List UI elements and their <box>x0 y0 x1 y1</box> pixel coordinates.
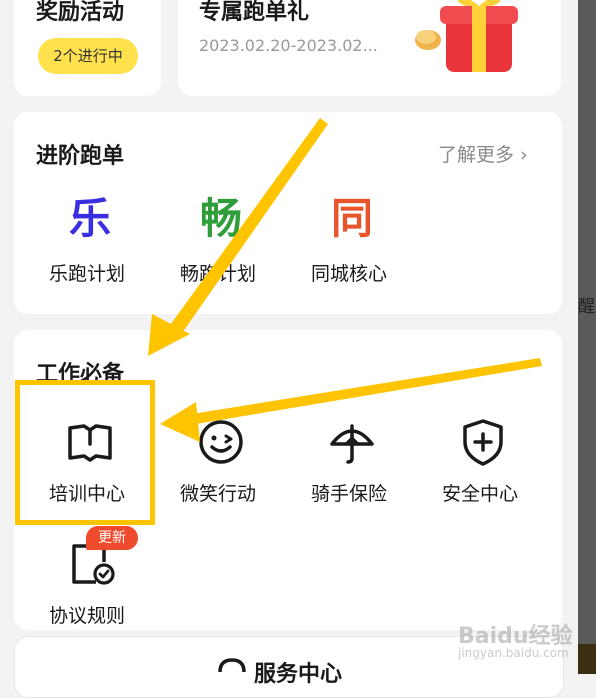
tongcheng-glyph-icon: 同 <box>331 194 374 243</box>
service-title: 服务中心 <box>254 662 343 687</box>
work-item-label: 协议规则 <box>49 605 126 627</box>
advanced-title: 进阶跑单 <box>36 144 125 169</box>
lepao-glyph-icon: 乐 <box>69 194 112 243</box>
umbrella-icon <box>330 424 374 464</box>
learn-more-label: 了解更多 <box>438 144 515 166</box>
rewards-status-pill[interactable]: 2个进行中 <box>38 38 138 74</box>
work-item-label: 骑手保险 <box>311 483 388 505</box>
update-badge: 更新 <box>86 526 138 550</box>
work-item-label: 微笑行动 <box>180 483 257 505</box>
shield-plus-icon <box>463 419 503 466</box>
chevron-right-icon: › <box>520 144 528 166</box>
advanced-item-label: 畅跑计划 <box>180 263 257 285</box>
exclusive-date-range: 2023.02.20-2023.02... <box>199 36 378 55</box>
highlight-box <box>15 380 155 525</box>
exclusive-title: 专属跑单礼 <box>199 0 310 25</box>
learn-more-link[interactable]: 了解更多 › <box>438 140 528 167</box>
side-text: 醒 <box>578 297 595 317</box>
changpao-glyph-icon: 畅 <box>200 194 243 243</box>
advanced-item-label: 乐跑计划 <box>49 263 126 285</box>
right-edge-strip <box>578 0 596 674</box>
smile-icon <box>199 420 243 464</box>
baidu-watermark-url: jingyan.baidu.com <box>458 646 569 660</box>
work-item-label: 安全中心 <box>442 483 519 505</box>
advanced-item-label: 同城核心 <box>311 263 388 285</box>
rewards-title: 奖励活动 <box>36 0 125 25</box>
